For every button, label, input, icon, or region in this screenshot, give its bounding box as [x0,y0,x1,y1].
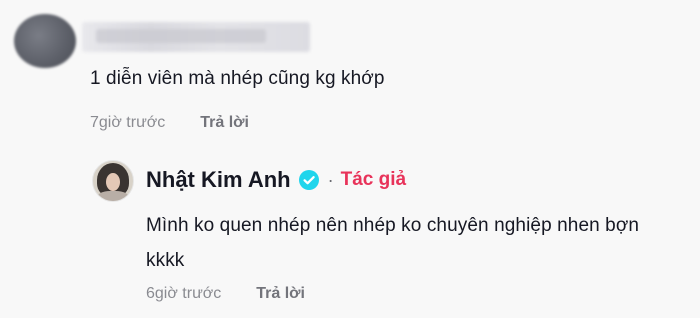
author-name[interactable]: Nhật Kim Anh [146,167,291,193]
reply-button[interactable]: Trả lời [200,114,249,132]
reply-button[interactable]: Trả lời [256,285,305,303]
avatar-face [106,173,120,191]
avatar-blurred[interactable] [14,14,76,68]
reply-text: Mình ko quen nhép nên nhép ko chuyên ngh… [146,215,640,271]
comment-timestamp: 7giờ trước [90,114,166,131]
author-badge: Tác giả [340,169,407,190]
reply-meta: 6giờ trước Trả lời [146,285,305,303]
avatar-shirt [97,191,129,201]
reply-timestamp: 6giờ trước [146,285,222,302]
verified-badge-icon [298,170,319,190]
separator-dot: · [327,169,334,190]
reply-header: Nhật Kim Anh · Tác giả [146,167,406,193]
avatar[interactable] [92,160,134,202]
comment-meta: 7giờ trước Trả lời [90,114,249,132]
comment-text: 1 diễn viên mà nhép cũng kg khớp [90,68,385,89]
username-blurred[interactable] [82,22,310,52]
